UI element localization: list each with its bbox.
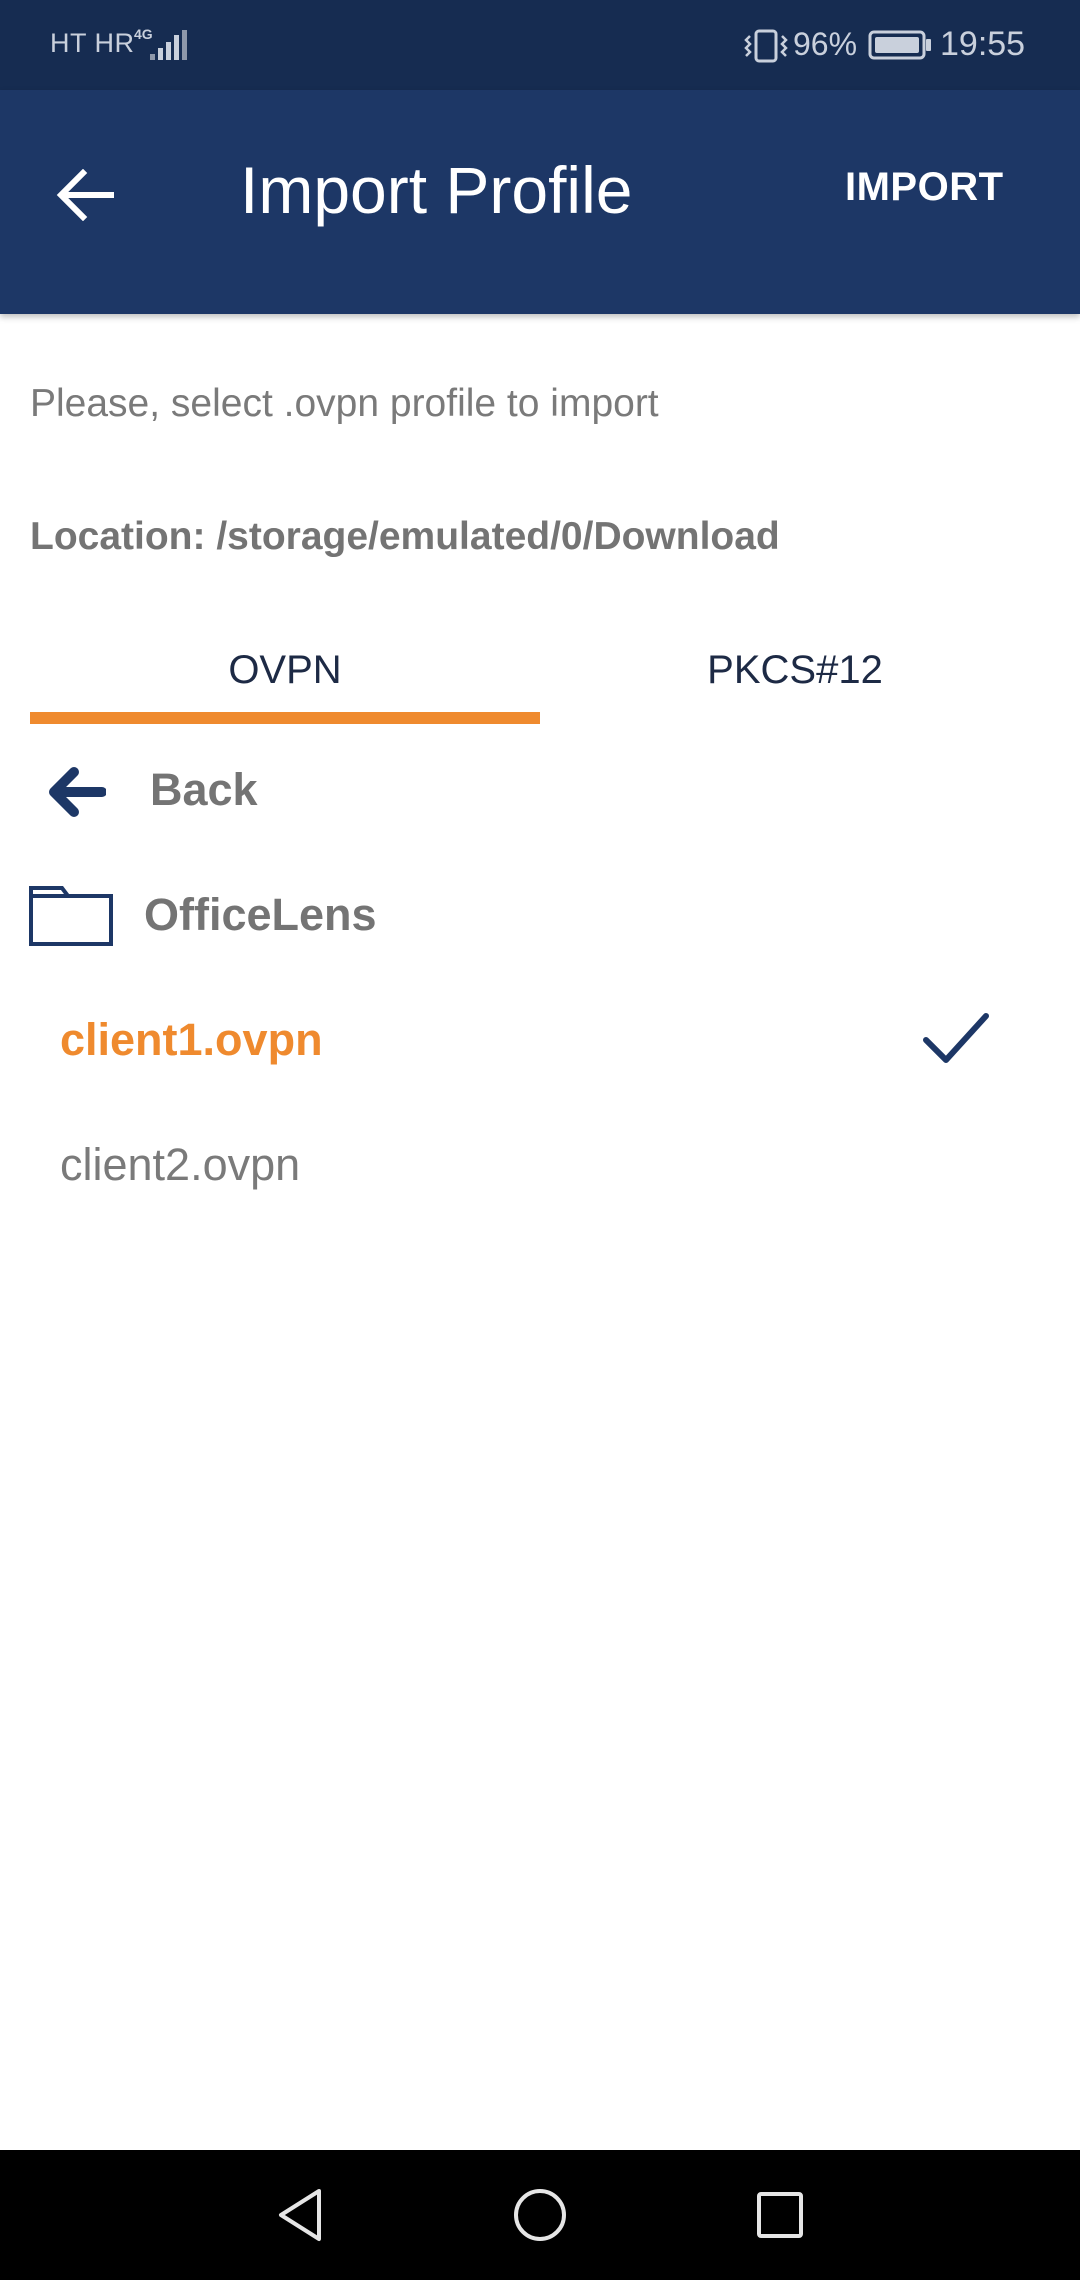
- instruction-text: Please, select .ovpn profile to import: [30, 382, 659, 425]
- list-item-folder[interactable]: OfficeLens: [0, 855, 1080, 975]
- vibrate-icon: [744, 29, 788, 63]
- system-nav-bar: [0, 2150, 1080, 2280]
- list-item-file[interactable]: client1.ovpn: [0, 980, 1080, 1100]
- nav-home-icon: [514, 2189, 566, 2241]
- tab-ovpn[interactable]: OVPN: [30, 620, 540, 720]
- app-bar: Import Profile IMPORT: [0, 90, 1080, 314]
- check-icon: [923, 1013, 989, 1063]
- nav-recents-button[interactable]: [745, 2180, 815, 2250]
- back-button[interactable]: [40, 150, 130, 240]
- nav-home-button[interactable]: [505, 2180, 575, 2250]
- file-name: client2.ovpn: [60, 1139, 301, 1190]
- nav-back-button[interactable]: [265, 2180, 335, 2250]
- arrow-left-icon: [56, 169, 114, 221]
- location-path: Location: /storage/emulated/0/Download: [30, 515, 780, 558]
- nav-back-icon: [279, 2189, 321, 2241]
- battery-percent: 96%: [793, 26, 858, 62]
- signal-icon: [150, 30, 187, 60]
- status-bar: HT HR 4G 96% 19:55: [0, 0, 1080, 90]
- list-item-file[interactable]: client2.ovpn: [0, 1105, 1080, 1225]
- file-name: client1.ovpn: [60, 1014, 323, 1065]
- import-button[interactable]: IMPORT: [845, 165, 1004, 210]
- clock: 19:55: [940, 25, 1026, 63]
- back-label: Back: [150, 764, 258, 815]
- tab-pkcs12[interactable]: PKCS#12: [540, 620, 1050, 720]
- nav-recents-icon: [757, 2192, 803, 2238]
- folder-name: OfficeLens: [144, 889, 377, 940]
- page-title: Import Profile: [240, 153, 633, 227]
- carrier-label: HT HR: [50, 28, 135, 58]
- arrow-left-icon: [49, 767, 106, 817]
- tab-indicator: [30, 712, 540, 724]
- folder-icon: [29, 886, 113, 946]
- list-item-back[interactable]: Back: [0, 730, 1080, 850]
- battery-icon: [868, 30, 931, 60]
